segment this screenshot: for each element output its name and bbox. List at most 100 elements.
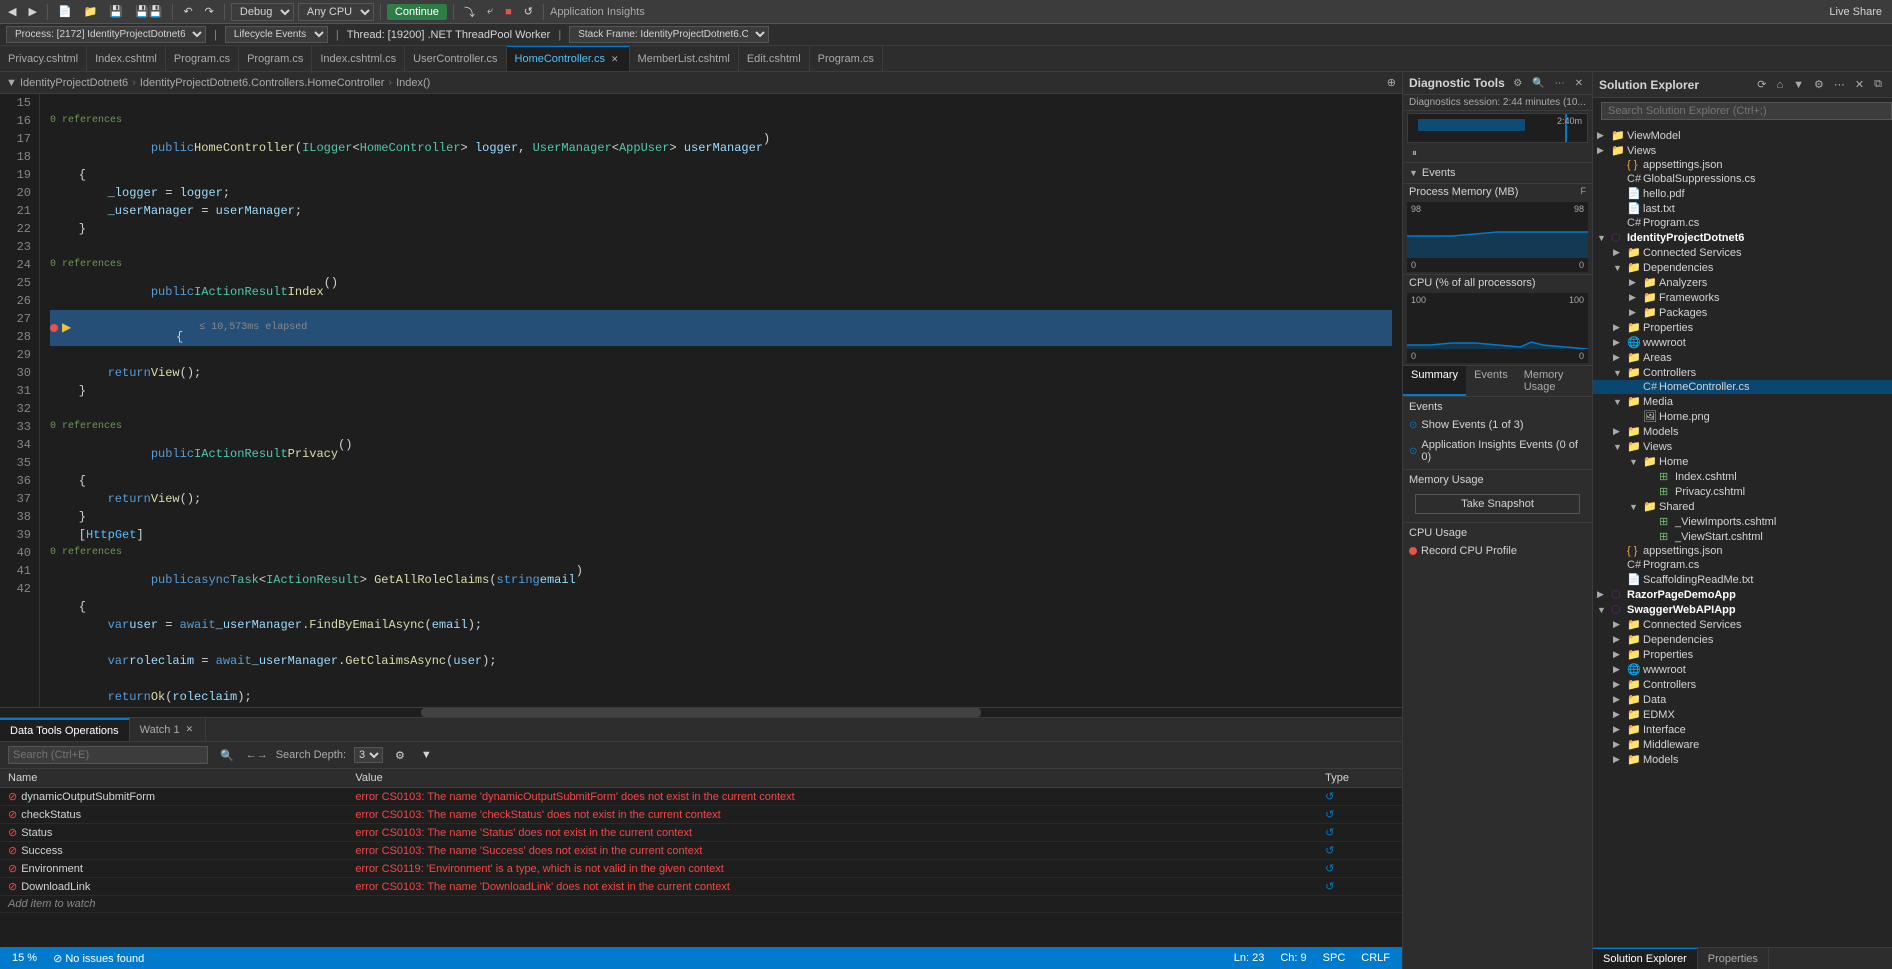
tree-swagger-project[interactable]: ▼ ⬡ SwaggerWebAPIApp [1593,602,1892,617]
tree-shared-folder[interactable]: ▼ 📁 Shared [1593,499,1892,514]
tree-privacy-cshtml[interactable]: ⊞ Privacy.cshtml [1593,484,1892,499]
tab-program-cs-3[interactable]: Program.cs [810,46,883,71]
process-dropdown[interactable]: Process: [2172] IdentityProjectDotnet6.e… [6,26,206,43]
tree-hello-pdf[interactable]: 📄 hello.pdf [1593,186,1892,201]
tree-identity-project[interactable]: ▼ ⬡ IdentityProjectDotnet6 [1593,230,1892,245]
tree-home-folder[interactable]: ▼ 📁 Home [1593,454,1892,469]
live-share-btn[interactable]: Live Share [1823,4,1888,20]
tree-media[interactable]: ▼ 📁 Media [1593,394,1892,409]
sol-more-btn[interactable]: ⋯ [1830,76,1849,93]
line-number[interactable]: Ln: 23 [1230,952,1269,964]
undo-btn[interactable]: ↶ [179,3,196,20]
diag-search-btn[interactable]: 🔍 [1529,77,1547,90]
step-into-btn[interactable]: ⤶ [483,3,497,20]
tree-swagger-data[interactable]: ▶ 📁 Data [1593,692,1892,707]
tab-edit-cshtml[interactable]: Edit.cshtml [739,46,810,71]
back-btn[interactable]: ◀ [4,3,20,20]
tree-swagger-wwwroot[interactable]: ▶ 🌐 wwwroot [1593,662,1892,677]
diag-settings-btn[interactable]: ⚙ [1510,77,1525,90]
stack-frame-dropdown[interactable]: Stack Frame: IdentityProjectDotnet6.Cont… [569,26,769,43]
sol-search-input[interactable] [1601,102,1892,120]
save-all-btn[interactable]: 💾💾 [131,3,166,20]
watch-search-input[interactable] [8,746,208,764]
tree-views[interactable]: ▼ 📁 Views [1593,439,1892,454]
cpu-dropdown[interactable]: Any CPU [298,3,374,21]
tree-connected-services[interactable]: ▶ 📁 Connected Services [1593,245,1892,260]
depth-select[interactable]: 3 [354,747,383,763]
add-bookmark-btn[interactable]: ⊕ [1387,76,1396,89]
tree-last-txt[interactable]: 📄 last.txt [1593,201,1892,216]
step-over-btn[interactable]: ⤵ [460,2,479,22]
save-btn[interactable]: 💾 [105,3,127,20]
app-insights-row[interactable]: ⊙ Application Insights Events (0 of 0) [1409,437,1586,465]
line-ending[interactable]: CRLF [1357,952,1394,964]
sol-settings-btn[interactable]: ⚙ [1810,76,1828,93]
debug-dropdown[interactable]: Debug [231,3,294,21]
tree-frameworks[interactable]: ▶ 📁 Frameworks [1593,290,1892,305]
tab-close-homecontroller[interactable]: ✕ [609,53,621,66]
tree-properties[interactable]: ▶ 📁 Properties [1593,320,1892,335]
breadcrumb-part1[interactable]: ▼ IdentityProjectDotnet6 [6,77,128,89]
restart-btn[interactable]: ↺ [520,3,537,20]
tab-program-cs-1[interactable]: Program.cs [166,46,239,71]
tree-swagger-controllers[interactable]: ▶ 📁 Controllers [1593,677,1892,692]
diag-tab-memory[interactable]: Memory Usage [1516,366,1592,396]
stop-btn[interactable]: ■ [501,4,516,20]
record-cpu-btn[interactable]: Record CPU Profile [1409,543,1586,559]
spacing-type[interactable]: SPC [1319,952,1350,964]
char-number[interactable]: Ch: 9 [1276,952,1310,964]
tree-viewimports[interactable]: ⊞ _ViewImports.cshtml [1593,514,1892,529]
tree-wwwroot[interactable]: ▶ 🌐 wwwroot [1593,335,1892,350]
tree-controllers[interactable]: ▼ 📁 Controllers [1593,365,1892,380]
scrollbar-thumb[interactable] [421,708,982,717]
tree-program-cs-top[interactable]: C# Program.cs [1593,216,1892,230]
sol-filter-btn[interactable]: ▼ [1789,76,1808,93]
redo-btn[interactable]: ↷ [201,3,218,20]
events-section-header[interactable]: ▼ Events [1403,163,1592,183]
breadcrumb-part2[interactable]: IdentityProjectDotnet6.Controllers.HomeC… [140,77,385,89]
tree-analyzers[interactable]: ▶ 📁 Analyzers [1593,275,1892,290]
watch-filter-btn[interactable]: ▼ [417,747,436,763]
tree-swagger-properties[interactable]: ▶ 📁 Properties [1593,647,1892,662]
tree-program-cs[interactable]: C# Program.cs [1593,558,1892,572]
sol-home-btn[interactable]: ⌂ [1773,76,1788,93]
tree-razor-project[interactable]: ▶ ⬡ RazorPageDemoApp [1593,587,1892,602]
sol-close-btn[interactable]: ✕ [1851,76,1868,93]
sol-sync-btn[interactable]: ⟳ [1753,76,1770,93]
tree-index-cshtml[interactable]: ⊞ Index.cshtml [1593,469,1892,484]
tree-viewstart[interactable]: ⊞ _ViewStart.cshtml [1593,529,1892,544]
zoom-level[interactable]: 15 % [8,952,41,964]
tree-packages[interactable]: ▶ 📁 Packages [1593,305,1892,320]
lifecycle-dropdown[interactable]: Lifecycle Events [225,26,328,43]
tree-dependencies[interactable]: ▼ 📁 Dependencies [1593,260,1892,275]
tab-homecontroller-cs[interactable]: HomeController.cs ✕ [507,46,630,71]
code-content[interactable]: 0 references public HomeController(ILogg… [40,94,1402,707]
tree-swagger-interface[interactable]: ▶ 📁 Interface [1593,722,1892,737]
tree-global-suppressions[interactable]: C# GlobalSuppressions.cs [1593,172,1892,186]
watch-row-add[interactable]: Add item to watch [0,896,1402,913]
tab-data-tools[interactable]: Data Tools Operations [0,718,130,741]
tree-appsettings[interactable]: { } appsettings.json [1593,544,1892,558]
tree-swagger-deps[interactable]: ▶ 📁 Dependencies [1593,632,1892,647]
tree-swagger-models[interactable]: ▶ 📁 Models [1593,752,1892,767]
tree-appsettings-top[interactable]: { } appsettings.json [1593,158,1892,172]
h-scrollbar[interactable] [0,707,1402,717]
tree-swagger-connected[interactable]: ▶ 📁 Connected Services [1593,617,1892,632]
tree-homecontroller[interactable]: C# HomeController.cs [1593,380,1892,394]
open-btn[interactable]: 📁 [80,3,102,20]
tree-scaffolding[interactable]: 📄 ScaffoldingReadMe.txt [1593,572,1892,587]
tree-areas[interactable]: ▶ 📁 Areas [1593,350,1892,365]
tab-memberlist-cshtml[interactable]: MemberList.cshtml [630,46,739,71]
new-file-btn[interactable]: 📄 [54,3,76,20]
continue-btn[interactable]: Continue [387,4,447,20]
sol-tab-properties[interactable]: Properties [1698,948,1769,969]
forward-btn[interactable]: ▶ [24,3,40,20]
watch-settings-btn[interactable]: ⚙ [391,747,409,764]
show-events-row[interactable]: ⊙ Show Events (1 of 3) [1409,417,1586,433]
watch-search-btn[interactable]: 🔍 [216,747,238,764]
tab-program-cs-2[interactable]: Program.cs [239,46,312,71]
tree-swagger-edmx[interactable]: ▶ 📁 EDMX [1593,707,1892,722]
tab-index-cshtml[interactable]: Index.cshtml [87,46,166,71]
tree-viewmodel[interactable]: ▶ 📁 ViewModel [1593,128,1892,143]
tab-usercontroller-cs[interactable]: UserController.cs [405,46,506,71]
